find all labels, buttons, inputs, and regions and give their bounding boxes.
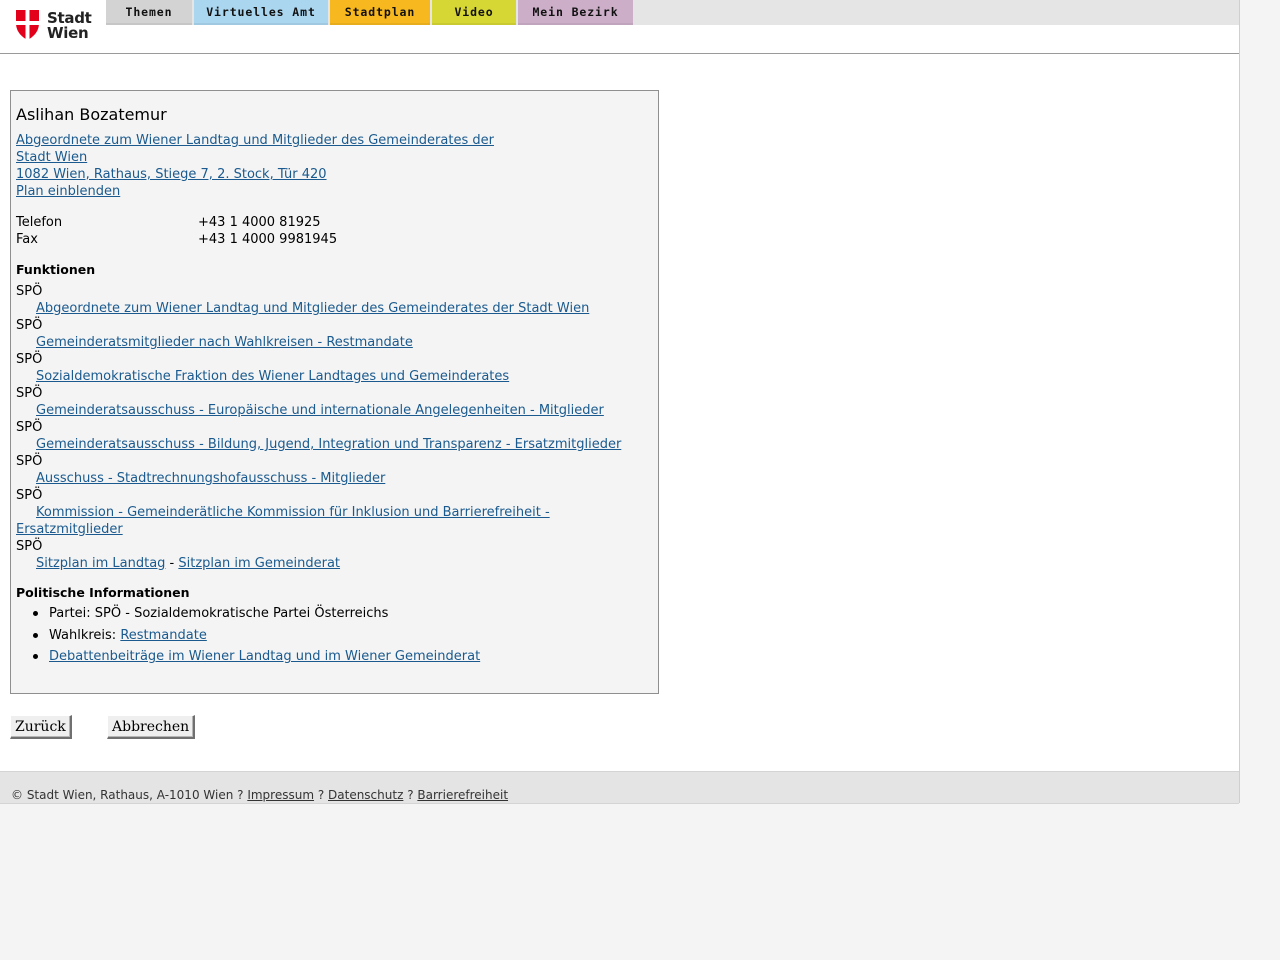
footer-copyright: © Stadt Wien, Rathaus, A-1010 Wien ? bbox=[11, 788, 248, 802]
datenschutz-link[interactable]: Datenschutz bbox=[328, 788, 403, 802]
political-info-heading: Politische Informationen bbox=[16, 585, 190, 600]
function-link[interactable]: Gemeinderatsausschuss - Europäische und … bbox=[36, 403, 604, 418]
seating-plan-links: Sitzplan im Landtag - Sitzplan im Gemein… bbox=[36, 556, 340, 571]
tab-themen[interactable]: Themen bbox=[106, 0, 192, 25]
footer-line: © Stadt Wien, Rathaus, A-1010 Wien ? Imp… bbox=[11, 788, 508, 802]
seating-plan-landtag-link[interactable]: Sitzplan im Landtag bbox=[36, 556, 165, 571]
stadt-wien-logo[interactable]: Stadt Wien bbox=[16, 9, 92, 43]
back-button[interactable]: Zurück bbox=[10, 715, 72, 739]
function-party: SPÖ bbox=[16, 352, 43, 367]
party-info: Partei: SPÖ - Sozialdemokratische Partei… bbox=[49, 606, 389, 621]
impressum-link[interactable]: Impressum bbox=[247, 788, 314, 802]
function-link[interactable]: Kommission - Gemeinderätliche Kommission… bbox=[36, 505, 550, 520]
tab-label: Stadtplan bbox=[344, 5, 416, 19]
address-link-line3[interactable]: 1082 Wien, Rathaus, Stiege 7, 2. Stock, … bbox=[16, 167, 327, 182]
page: Stadt Wien Themen Virtuelles Amt Stadtpl… bbox=[0, 0, 1240, 804]
address-link-line2[interactable]: Stadt Wien bbox=[16, 150, 87, 165]
district-info: Wahlkreis: Restmandate bbox=[49, 628, 207, 643]
function-party: SPÖ bbox=[16, 386, 43, 401]
person-name: Aslihan Bozatemur bbox=[16, 105, 167, 124]
fax-value: +43 1 4000 9981945 bbox=[198, 232, 338, 247]
function-link-continued[interactable]: Ersatzmitglieder bbox=[16, 522, 123, 537]
phone-label: Telefon bbox=[16, 215, 63, 230]
function-link[interactable]: Ausschuss - Stadtrechnungshofausschuss -… bbox=[36, 471, 385, 486]
function-link[interactable]: Sozialdemokratische Fraktion des Wiener … bbox=[36, 369, 509, 384]
tab-mein-bezirk[interactable]: Mein Bezirk bbox=[518, 0, 633, 25]
footer-separator: ? bbox=[403, 788, 418, 802]
footer-separator: ? bbox=[314, 788, 329, 802]
function-party: SPÖ bbox=[16, 420, 43, 435]
address-link-line1[interactable]: Abgeordnete zum Wiener Landtag und Mitgl… bbox=[16, 133, 494, 148]
function-party: SPÖ bbox=[16, 284, 43, 299]
tab-label: Virtuelles Amt bbox=[206, 5, 316, 19]
tab-label: Mein Bezirk bbox=[532, 5, 619, 19]
wien-shield-icon bbox=[16, 10, 39, 40]
tab-stadtplan[interactable]: Stadtplan bbox=[330, 0, 430, 25]
functions-heading: Funktionen bbox=[16, 262, 96, 277]
seating-plan-gemeinderat-link[interactable]: Sitzplan im Gemeinderat bbox=[178, 556, 340, 571]
logo-text-wien: Wien bbox=[47, 24, 89, 42]
tab-video[interactable]: Video bbox=[432, 0, 516, 25]
person-detail-panel: Aslihan Bozatemur Abgeordnete zum Wiener… bbox=[10, 90, 659, 694]
function-party: SPÖ bbox=[16, 318, 43, 333]
barrierefreiheit-link[interactable]: Barrierefreiheit bbox=[417, 788, 508, 802]
bullet-icon bbox=[33, 633, 38, 638]
phone-value: +43 1 4000 81925 bbox=[198, 215, 321, 230]
tab-label: Themen bbox=[125, 5, 173, 19]
function-party: SPÖ bbox=[16, 454, 43, 469]
function-party: SPÖ bbox=[16, 488, 43, 503]
district-label: Wahlkreis: bbox=[49, 628, 121, 643]
tab-virtuelles-amt[interactable]: Virtuelles Amt bbox=[194, 0, 328, 25]
header: Stadt Wien Themen Virtuelles Amt Stadtpl… bbox=[0, 0, 1239, 54]
show-map-link[interactable]: Plan einblenden bbox=[16, 184, 120, 199]
footer: © Stadt Wien, Rathaus, A-1010 Wien ? Imp… bbox=[0, 771, 1239, 804]
link-separator: - bbox=[165, 556, 179, 571]
fax-label: Fax bbox=[16, 232, 38, 247]
function-link[interactable]: Abgeordnete zum Wiener Landtag und Mitgl… bbox=[36, 301, 589, 316]
bullet-icon bbox=[33, 654, 38, 659]
function-link[interactable]: Gemeinderatsausschuss - Bildung, Jugend,… bbox=[36, 437, 621, 452]
bullet-icon bbox=[33, 611, 38, 616]
debates-link[interactable]: Debattenbeiträge im Wiener Landtag und i… bbox=[49, 649, 480, 664]
function-link[interactable]: Gemeinderatsmitglieder nach Wahlkreisen … bbox=[36, 335, 413, 350]
cancel-button[interactable]: Abbrechen bbox=[107, 715, 196, 739]
function-party: SPÖ bbox=[16, 539, 43, 554]
tab-label: Video bbox=[454, 5, 494, 19]
district-link[interactable]: Restmandate bbox=[120, 628, 207, 643]
main-navigation: Themen Virtuelles Amt Stadtplan Video Me… bbox=[106, 0, 1239, 25]
